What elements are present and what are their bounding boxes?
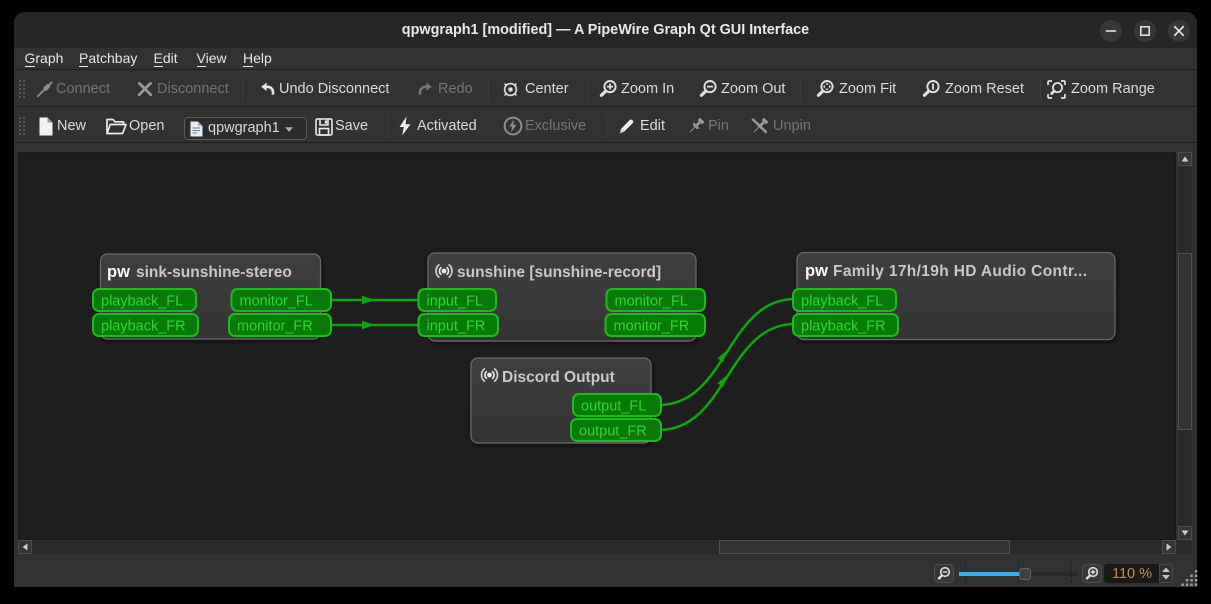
svg-text:playback_FL: playback_FL: [101, 294, 183, 310]
svg-text:sunshine [sunshine-record]: sunshine [sunshine-record]: [457, 264, 661, 281]
svg-text:pw: pw: [805, 262, 828, 280]
svg-text:sink-sunshine-stereo: sink-sunshine-stereo: [136, 264, 292, 281]
svg-text:playback_FR: playback_FR: [801, 319, 886, 335]
svg-text:input_FL: input_FL: [427, 294, 483, 310]
svg-text:monitor_FR: monitor_FR: [237, 319, 313, 335]
svg-text:Discord Output: Discord Output: [502, 369, 615, 386]
svg-text:output_FR: output_FR: [579, 424, 647, 440]
svg-text:Family 17h/19h HD Audio Contr.: Family 17h/19h HD Audio Contr...: [833, 263, 1087, 280]
svg-text:output_FL: output_FL: [581, 399, 646, 415]
svg-text:playback_FR: playback_FR: [101, 319, 186, 335]
svg-text:monitor_FR: monitor_FR: [614, 319, 690, 335]
svg-text:pw: pw: [107, 263, 130, 281]
svg-text:monitor_FL: monitor_FL: [240, 294, 313, 310]
svg-text:playback_FL: playback_FL: [801, 294, 883, 310]
svg-text:input_FR: input_FR: [427, 319, 486, 335]
svg-text:monitor_FL: monitor_FL: [615, 294, 688, 310]
